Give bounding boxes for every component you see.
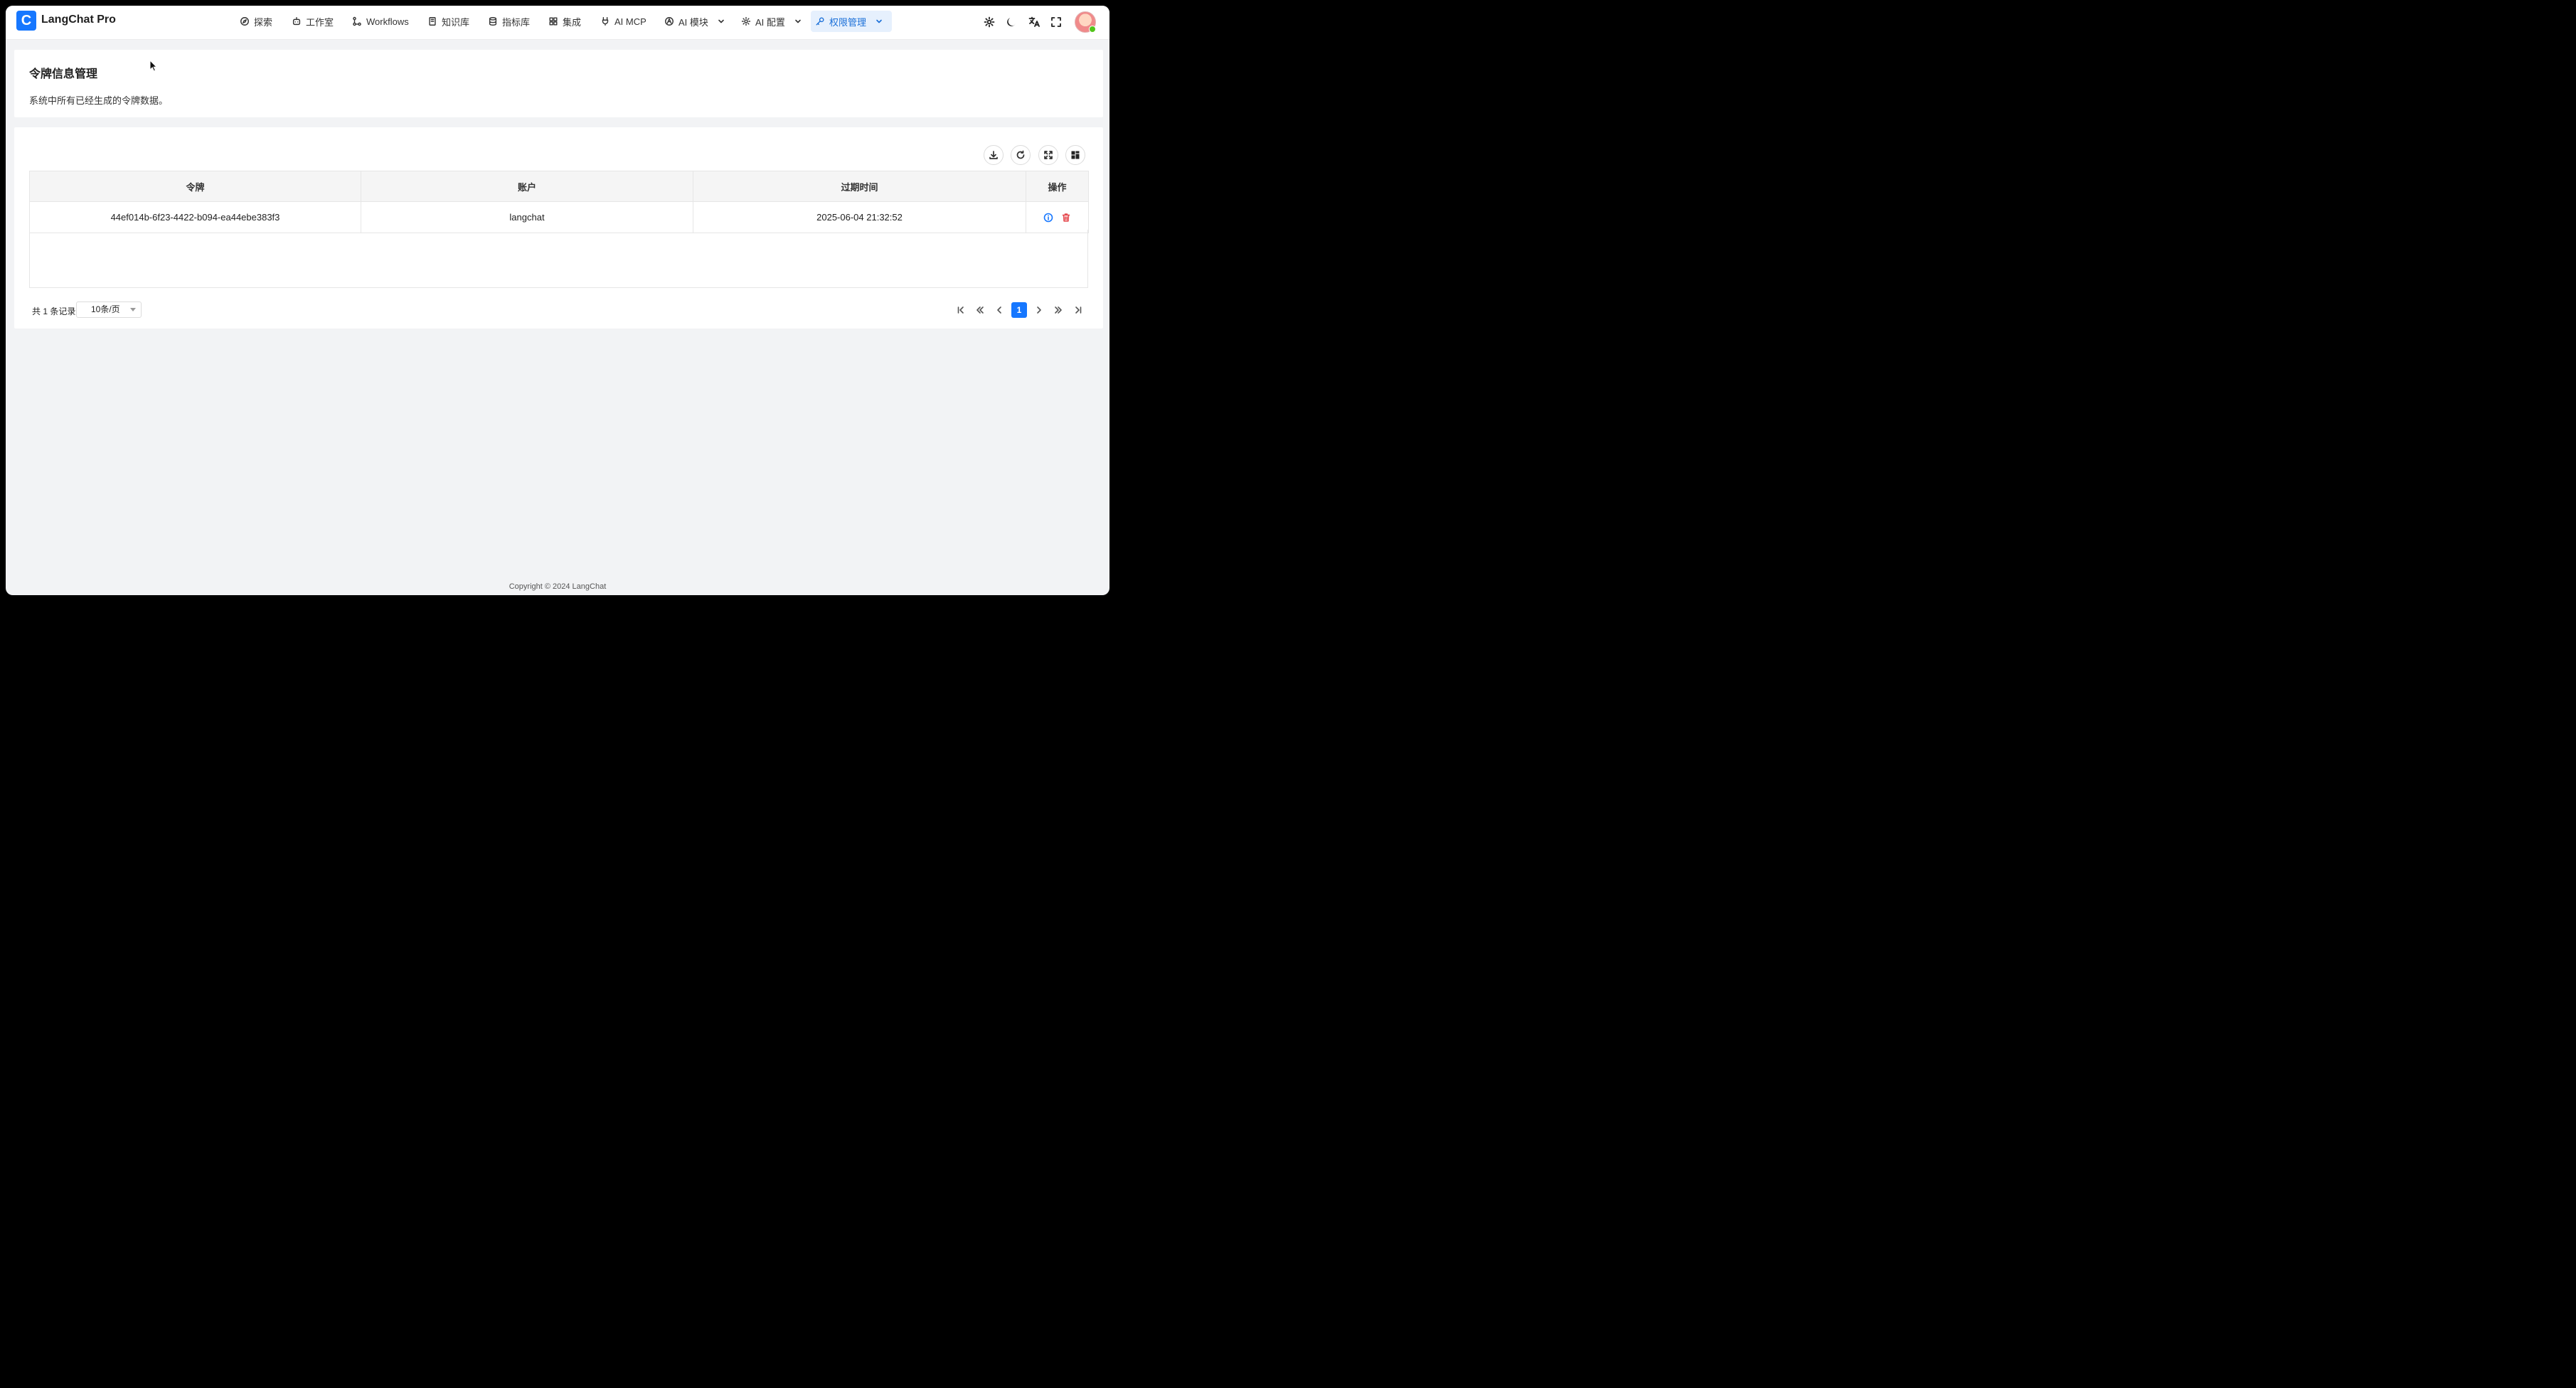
cell-actions (1026, 201, 1089, 233)
refresh-icon (1016, 150, 1025, 159)
nav-item-ai-module[interactable]: AI 模块 (660, 11, 730, 32)
token-table-card: 令牌 账户 过期时间 操作 44ef014b-6f23-4422-b094-ea… (14, 127, 1103, 329)
table-row: 44ef014b-6f23-4422-b094-ea44ebe383f3 lan… (29, 201, 1089, 233)
database-icon (489, 17, 497, 26)
online-status-dot (1089, 26, 1096, 33)
caret-down-icon (130, 308, 136, 311)
last-page-icon (1075, 306, 1082, 314)
chevron-right-icon (1037, 306, 1041, 314)
download-icon (989, 151, 998, 159)
fullscreen-button[interactable] (1050, 16, 1063, 28)
plug-icon (602, 17, 609, 26)
last-page-button[interactable] (1070, 302, 1086, 318)
page-description: 系统中所有已经生成的令牌数据。 (29, 95, 169, 106)
nav-item-ai-mcp[interactable]: AI MCP (596, 11, 651, 32)
column-header-expire[interactable]: 过期时间 (693, 171, 1026, 202)
first-page-icon (957, 306, 964, 314)
next-group-button[interactable] (1050, 302, 1066, 318)
table-empty-area (29, 230, 1088, 288)
refresh-button[interactable] (1011, 145, 1031, 165)
moon-icon (1007, 18, 1016, 26)
nav-item-permission[interactable]: 权限管理 (811, 11, 892, 32)
nav-item-workflows[interactable]: Workflows (348, 11, 413, 32)
footer-copyright: Copyright © 2024 LangChat (509, 582, 607, 591)
expand-icon (1044, 151, 1053, 159)
dark-mode-toggle[interactable] (1005, 16, 1018, 28)
language-button[interactable] (1028, 16, 1040, 28)
delete-icon[interactable] (1061, 213, 1071, 223)
prev-page-button[interactable] (991, 302, 1007, 318)
avatar[interactable] (1075, 11, 1096, 33)
gear-icon (984, 16, 995, 28)
nav-item-metrics[interactable]: 指标库 (484, 11, 534, 32)
table-header-row: 令牌 账户 过期时间 操作 (29, 171, 1089, 202)
page-header-card: 令牌信息管理 系统中所有已经生成的令牌数据。 (14, 50, 1103, 117)
gear-icon (741, 16, 751, 26)
cell-account: langchat (361, 201, 693, 233)
first-page-button[interactable] (953, 302, 969, 318)
book-icon (429, 17, 436, 26)
next-page-button[interactable] (1031, 302, 1047, 318)
column-settings-button[interactable] (1065, 145, 1085, 165)
app-window: C LangChat Pro 探索 工作室 Workflows 知识库 指标库 … (6, 6, 1109, 595)
column-header-token[interactable]: 令牌 (29, 171, 361, 202)
column-header-actions: 操作 (1026, 171, 1089, 202)
settings-button[interactable] (983, 16, 996, 28)
grid-plus-icon (549, 17, 558, 26)
translate-icon (1028, 16, 1040, 27)
robot-icon (292, 17, 301, 26)
export-button[interactable] (984, 145, 1004, 165)
cell-token: 44ef014b-6f23-4422-b094-ea44ebe383f3 (29, 201, 361, 233)
page-size-select[interactable]: 10条/页 (76, 301, 142, 318)
chevron-down-icon (718, 19, 724, 23)
token-table: 令牌 账户 过期时间 操作 44ef014b-6f23-4422-b094-ea… (29, 171, 1089, 233)
workflow-icon (353, 16, 361, 26)
nav-item-studio[interactable]: 工作室 (287, 11, 338, 32)
module-icon (665, 17, 674, 26)
chevron-down-icon (876, 19, 882, 23)
double-chevron-right-icon (1055, 306, 1062, 314)
nav-item-knowledge[interactable]: 知识库 (423, 11, 474, 32)
page-title: 令牌信息管理 (29, 68, 98, 80)
key-icon (816, 17, 824, 26)
app-title[interactable]: LangChat Pro (41, 14, 116, 26)
chevron-down-icon (795, 19, 801, 23)
nav-item-explore[interactable]: 探索 (235, 11, 277, 32)
double-chevron-left-icon (976, 306, 984, 314)
info-icon[interactable] (1043, 213, 1053, 223)
chevron-left-icon (997, 306, 1001, 314)
column-header-account[interactable]: 账户 (361, 171, 693, 202)
fullscreen-icon (1051, 17, 1061, 27)
logo-icon[interactable]: C (16, 11, 36, 31)
nav-item-ai-config[interactable]: AI 配置 (737, 11, 807, 32)
mouse-cursor-icon (149, 60, 158, 72)
top-navbar: C LangChat Pro 探索 工作室 Workflows 知识库 指标库 … (6, 6, 1109, 40)
total-records: 共 1 条记录 (32, 306, 76, 316)
compass-icon (240, 17, 249, 26)
prev-group-button[interactable] (972, 302, 988, 318)
table-fullscreen-button[interactable] (1038, 145, 1058, 165)
nav-item-integration[interactable]: 集成 (544, 11, 585, 32)
page-1-button[interactable]: 1 (1011, 302, 1027, 318)
layout-grid-icon (1071, 151, 1080, 159)
cell-expire: 2025-06-04 21:32:52 (693, 201, 1026, 233)
